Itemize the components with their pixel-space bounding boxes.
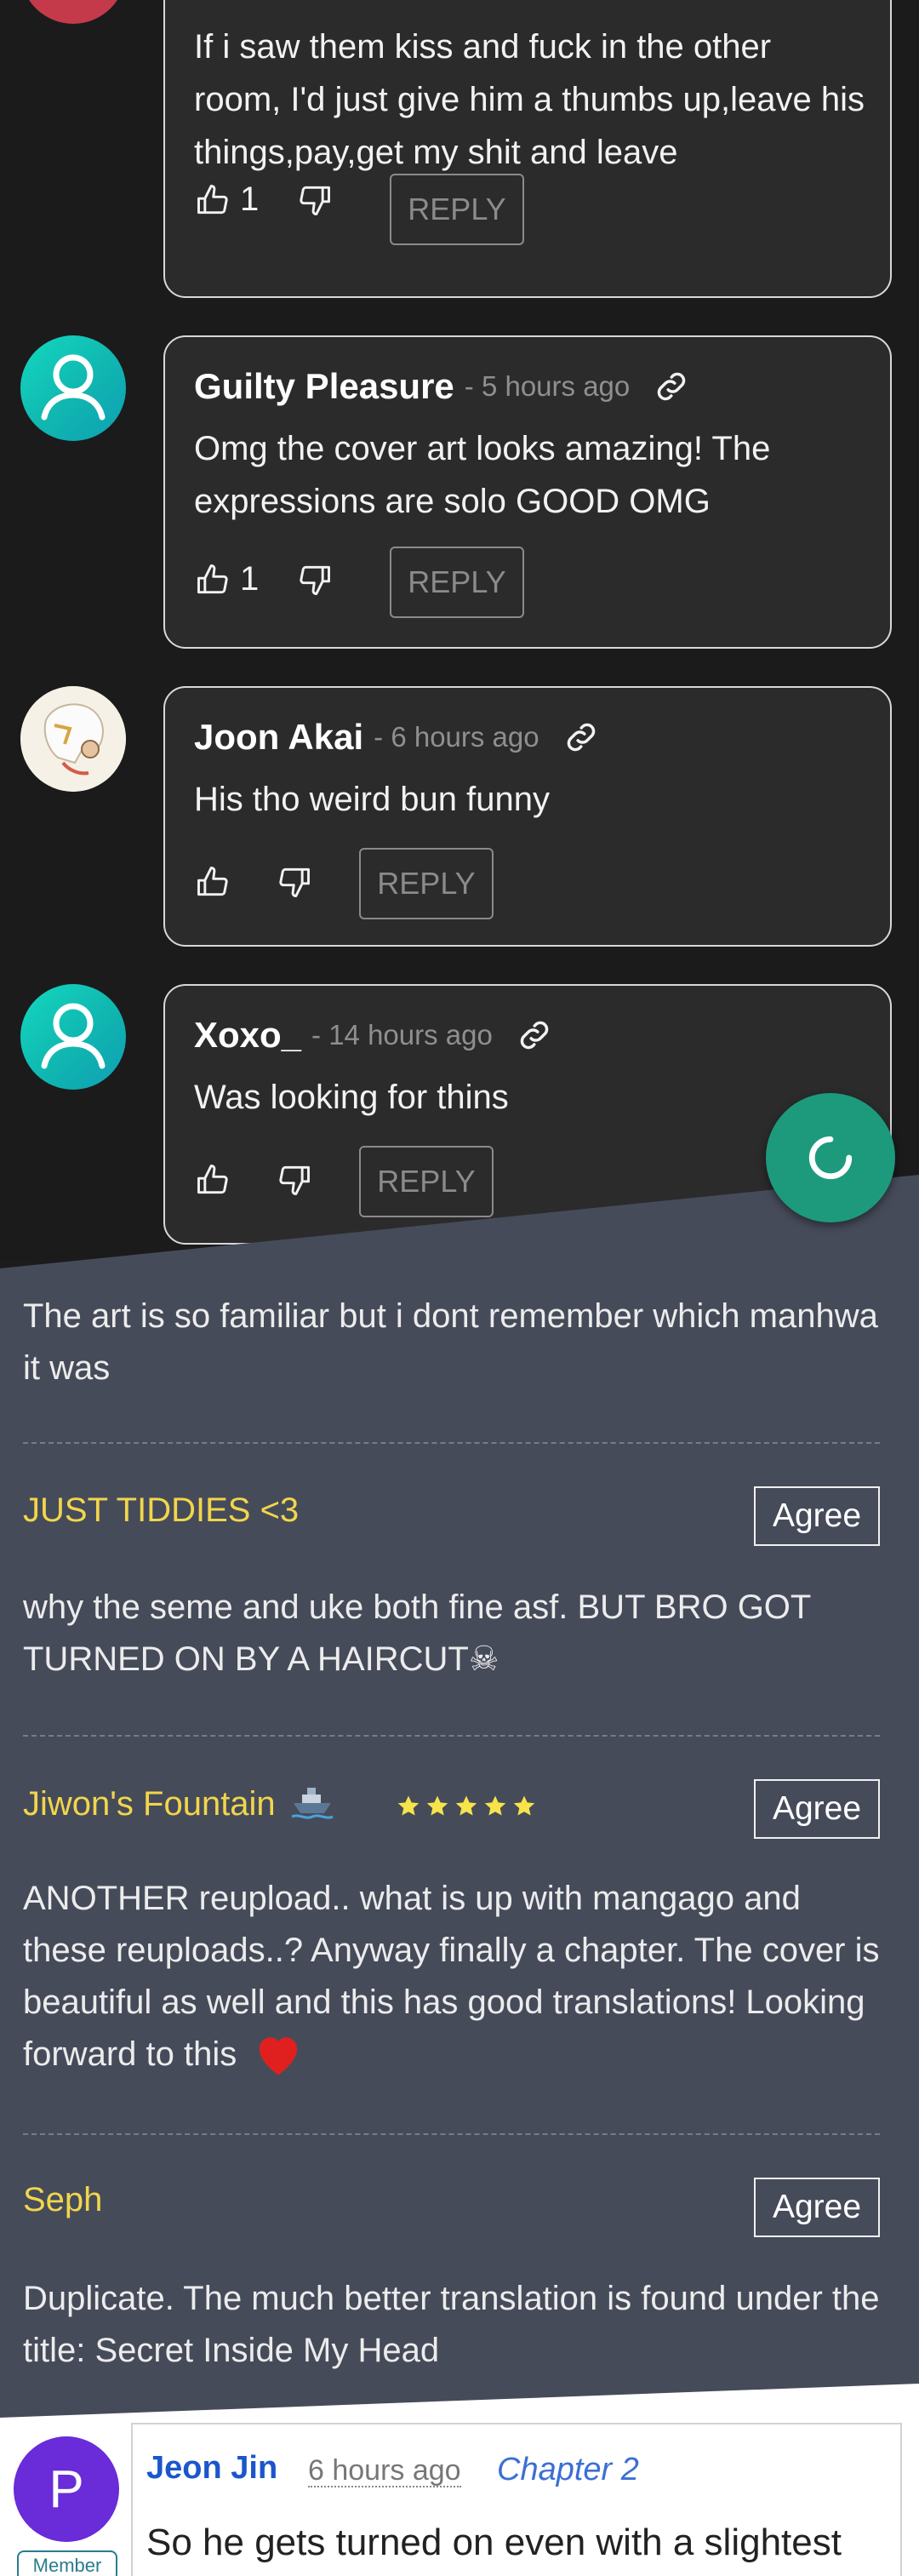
review-body: why the seme and uke both fine asf. BUT … (23, 1589, 811, 1678)
review-text: Duplicate. The much better translation i… (23, 2280, 880, 2369)
comment-text: Was looking for thins (194, 1079, 509, 1116)
comment-card: If i saw them kiss and fuck in the other… (163, 0, 892, 298)
star-icon (455, 1795, 477, 1816)
user-avatar[interactable] (20, 0, 126, 24)
user-avatar[interactable] (20, 984, 126, 1090)
divider (23, 2133, 880, 2135)
chapter-link[interactable]: Chapter 2 (497, 2452, 639, 2488)
user-icon (41, 354, 106, 421)
thumbs-down-icon[interactable] (276, 1161, 313, 1199)
comments-section: If i saw them kiss and fuck in the other… (0, 0, 919, 1260)
like-count: 1 (240, 180, 260, 218)
reviewer-name[interactable]: Seph (23, 2181, 102, 2219)
comment-text: His tho weird bun funny (194, 781, 551, 818)
link-icon[interactable] (562, 718, 601, 757)
link-icon[interactable] (652, 367, 691, 406)
reply-button[interactable]: REPLY (359, 848, 494, 919)
comment-author[interactable]: Joon Akai (194, 717, 363, 758)
comment-card: Guilty Pleasure - 5 hours ago Omg the co… (163, 335, 892, 649)
ship-icon (291, 1788, 334, 1819)
link-icon[interactable] (515, 1016, 554, 1055)
divider (23, 1442, 880, 1444)
user-avatar[interactable]: P (14, 2436, 119, 2542)
thumbs-up-icon[interactable] (194, 181, 231, 219)
anime-avatar-icon (20, 686, 126, 792)
skull-emoji: ☠ (468, 1640, 499, 1679)
agree-button[interactable]: Agree (754, 1486, 880, 1546)
user-avatar[interactable] (20, 686, 126, 792)
reviewer-name-text: Jiwon's Fountain (23, 1785, 276, 1823)
comment-author[interactable]: Xoxo_ (194, 1015, 301, 1056)
comment-time: - 14 hours ago (311, 1019, 493, 1050)
thumbs-down-icon[interactable] (276, 863, 313, 901)
thumbs-up-icon[interactable] (194, 1161, 231, 1199)
divider (23, 1735, 880, 1737)
comment-text: If i saw them kiss and fuck in the other… (194, 28, 865, 171)
loading-icon (808, 1136, 853, 1180)
comment-author[interactable]: Jeon Jin (146, 2450, 277, 2487)
reply-button[interactable]: REPLY (359, 1146, 494, 1217)
member-badge: Member (17, 2550, 117, 2576)
agree-button[interactable]: Agree (754, 1779, 880, 1839)
loading-fab-button[interactable] (766, 1093, 895, 1222)
comment-time: - 6 hours ago (374, 721, 539, 753)
comment-time[interactable]: 6 hours ago (308, 2455, 461, 2487)
heart-icon (260, 2037, 298, 2075)
comment-card: Joon Akai - 6 hours ago His tho weird bu… (163, 686, 892, 947)
star-icon (426, 1795, 448, 1816)
comment-text: Omg the cover art looks amazing! The exp… (194, 430, 771, 520)
thumbs-down-icon[interactable] (296, 181, 334, 219)
reply-button[interactable]: REPLY (390, 174, 524, 245)
reviewer-name[interactable]: JUST TIDDIES <3 (23, 1491, 299, 1530)
thumbs-down-icon[interactable] (296, 561, 334, 598)
reviewer-name[interactable]: Jiwon's Fountain (23, 1783, 334, 1823)
reply-button[interactable]: REPLY (390, 547, 524, 618)
comment-author[interactable]: Guilty Pleasure (194, 366, 454, 407)
like-count: 1 (240, 560, 260, 598)
review-body: ANOTHER reupload.. what is up with manga… (23, 1880, 880, 2073)
review-text: ANOTHER reupload.. what is up with manga… (23, 1873, 885, 2081)
user-avatar[interactable] (20, 335, 126, 441)
star-icon (397, 1795, 420, 1816)
thumbs-up-icon[interactable] (194, 561, 231, 598)
star-rating (396, 1794, 537, 1819)
user-icon (41, 1003, 106, 1069)
thumbs-up-icon[interactable] (194, 863, 231, 901)
star-icon (484, 1795, 506, 1816)
comment-text: So he gets turned on even with a slighte… (146, 2522, 842, 2563)
comment-time: - 5 hours ago (464, 370, 631, 402)
star-icon (513, 1795, 535, 1816)
review-text: why the seme and uke both fine asf. BUT … (23, 1582, 885, 1686)
review-text: The art is so familiar but i dont rememb… (23, 1297, 878, 1387)
agree-button[interactable]: Agree (754, 2178, 880, 2237)
